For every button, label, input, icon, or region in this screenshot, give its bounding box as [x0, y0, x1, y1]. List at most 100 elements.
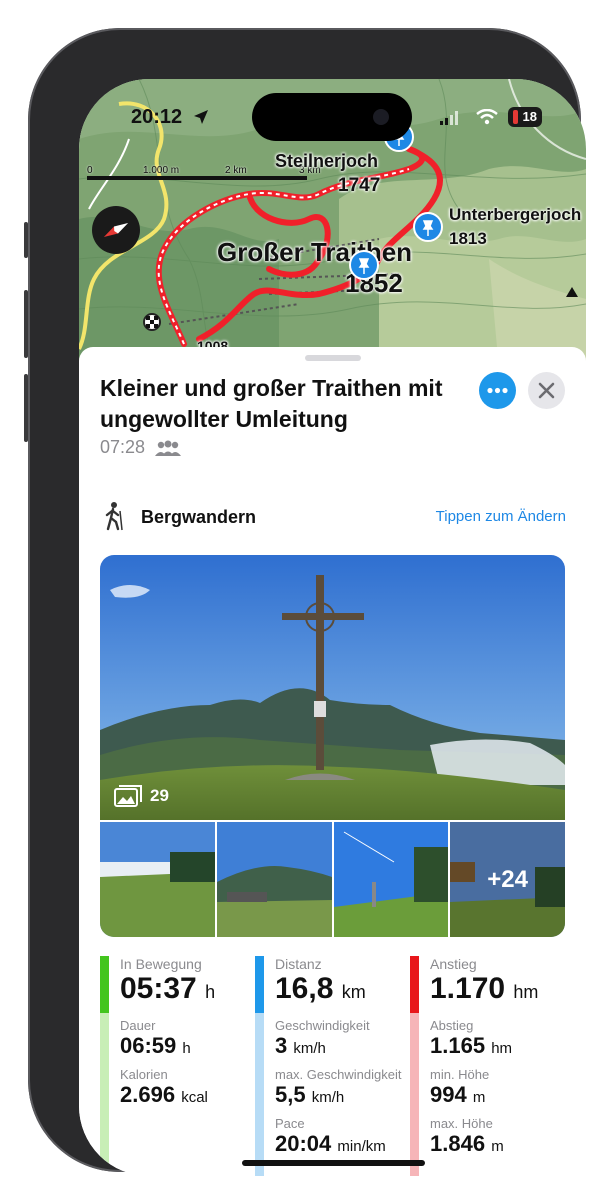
stat-value: 1.846 [430, 1131, 486, 1156]
scale-label-2km: 2 km [225, 165, 247, 176]
label-unterbergerjoch-alt: 1813 [449, 229, 487, 248]
activity-label: Bergwandern [141, 507, 257, 527]
stat-color-bar [255, 956, 264, 1013]
stat-unit: km [341, 982, 366, 1002]
tour-meta: 07:28 [100, 437, 183, 458]
stat-color-bar [410, 956, 419, 1013]
stat-color-bar [100, 1013, 109, 1176]
sheet-grabber[interactable] [305, 355, 361, 361]
location-arrow-icon [194, 110, 208, 124]
side-button [24, 222, 28, 258]
stat-value: 16,8 [275, 972, 334, 1005]
tour-detail-sheet: Kleiner und großer Traithen mit ungewoll… [79, 347, 586, 1176]
scale-bar [87, 176, 307, 180]
stat-anstieg: Anstieg 1.170 hm [430, 956, 538, 1009]
group-icon [155, 440, 182, 456]
photo-thumbnail[interactable]: +24 [450, 822, 565, 937]
stat-max-geschwindigkeit: max. Geschwindigkeit 5,5 km/h [275, 1067, 401, 1110]
photo-thumbnail[interactable] [100, 822, 215, 937]
change-activity-link[interactable]: Tippen zum Ändern [436, 508, 566, 525]
stat-value: 1.170 [430, 972, 506, 1005]
status-time: 20:12 [131, 106, 183, 128]
stat-moving: In Bewegung 05:37 h [120, 956, 215, 1009]
signal-icon [440, 111, 458, 125]
tour-duration: 07:28 [100, 437, 146, 457]
stat-value: 994 [430, 1082, 467, 1107]
stat-unit: km/h [293, 1040, 326, 1057]
stat-unit: hm [491, 1040, 513, 1057]
stat-label: min. Höhe [430, 1067, 490, 1082]
photo-count-value: 29 [150, 786, 169, 805]
activity-row[interactable]: Bergwandern Tippen zum Ändern [100, 499, 566, 535]
stat-dauer: Dauer 06:59 h [120, 1018, 191, 1061]
hiker-icon [105, 502, 123, 531]
photo-thumbnail[interactable] [216, 822, 332, 937]
stat-unit: h [205, 982, 216, 1002]
map-triangle-icon [566, 287, 578, 297]
stat-label: Abstieg [430, 1018, 474, 1033]
stats-column-time: In Bewegung 05:37 h Dauer 06:59 h Kalori… [100, 956, 250, 1176]
stat-unit: km/h [311, 1089, 345, 1106]
photo-thumbnails: +24 [100, 822, 565, 937]
photo-thumbnail[interactable] [333, 822, 449, 937]
scale-label-0: 0 [87, 165, 93, 176]
stat-max-hoehe: max. Höhe 1.846 m [430, 1116, 504, 1159]
side-button [24, 374, 28, 442]
more-button[interactable] [479, 372, 516, 409]
stat-distanz: Distanz 16,8 km [275, 956, 366, 1009]
close-button[interactable] [528, 372, 565, 409]
stat-label: Geschwindigkeit [275, 1018, 370, 1033]
stat-unit: kcal [181, 1089, 208, 1106]
stat-label: In Bewegung [120, 956, 202, 972]
scale-label-1000: 1.000 m [143, 165, 180, 176]
stats-column-distance: Distanz 16,8 km Geschwindigkeit 3 km/h m… [255, 956, 405, 1176]
stat-unit: min/km [337, 1138, 386, 1155]
stat-unit: hm [513, 982, 539, 1002]
label-grosser-traithen: Großer Traithen [217, 237, 413, 267]
close-icon [538, 382, 555, 399]
stat-value: 2.696 [120, 1082, 176, 1107]
stat-value: 05:37 [120, 972, 197, 1005]
stat-min-hoehe: min. Höhe 994 m [430, 1067, 489, 1110]
stat-label: Pace [275, 1116, 305, 1131]
stat-label: Distanz [275, 956, 322, 972]
stat-unit: m [472, 1089, 486, 1106]
status-bar: 20:12 18 [79, 79, 586, 141]
stat-value: 5,5 [275, 1082, 306, 1107]
stat-value: 20:04 [275, 1131, 332, 1156]
pin-icon[interactable] [413, 212, 443, 246]
tour-title: Kleiner und großer Traithen mit ungewoll… [100, 375, 443, 432]
gallery-icon [114, 785, 142, 807]
stat-value: 3 [275, 1033, 288, 1058]
phone-frame: 0 1.000 m 2 km 3 km Steilnerjoch 1747 Un… [24, 28, 586, 1176]
stat-label: Dauer [120, 1018, 156, 1033]
stats-panel: In Bewegung 05:37 h Dauer 06:59 h Kalori… [100, 956, 566, 1176]
stat-label: max. Höhe [430, 1116, 493, 1131]
compass-icon[interactable] [92, 206, 140, 254]
label-steilnerjoch: Steilnerjoch [275, 151, 379, 171]
pin-icon[interactable] [349, 250, 379, 284]
more-icon [487, 387, 508, 394]
stat-value: 06:59 [120, 1033, 177, 1058]
dynamic-island [252, 93, 412, 141]
wifi-icon [476, 109, 498, 125]
stat-unit: m [491, 1138, 504, 1155]
main-photo[interactable]: 29 [100, 555, 565, 820]
more-photos-overlay[interactable]: +24 [450, 822, 565, 937]
stat-label: Anstieg [430, 956, 477, 972]
label-steilnerjoch-alt: 1747 [338, 175, 381, 196]
summit-cross-photo [100, 555, 565, 820]
finish-flag-icon[interactable] [143, 313, 161, 331]
screen: 0 1.000 m 2 km 3 km Steilnerjoch 1747 Un… [79, 79, 586, 1176]
stat-geschwindigkeit: Geschwindigkeit 3 km/h [275, 1018, 370, 1061]
home-indicator[interactable] [242, 1160, 425, 1166]
side-button [24, 290, 28, 358]
stat-unit: h [182, 1040, 191, 1057]
stat-pace: Pace 20:04 min/km [275, 1116, 386, 1159]
stat-color-bar [100, 956, 109, 1013]
stat-value: 1.165 [430, 1033, 486, 1058]
stat-color-bar [410, 1013, 419, 1176]
stat-label: max. Geschwindigkeit [275, 1067, 402, 1082]
stats-column-elevation: Anstieg 1.170 hm Abstieg 1.165 hm min. H… [410, 956, 560, 1176]
stat-color-bar [255, 1013, 264, 1176]
